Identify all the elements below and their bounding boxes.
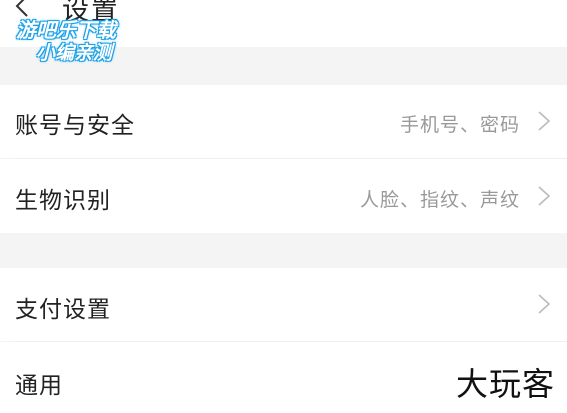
settings-item-account-security[interactable]: 账号与安全 手机号、密码 (0, 85, 567, 158)
watermark-line-2: 小编亲测 (36, 42, 113, 64)
settings-item-value: 手机号、密码 (399, 114, 520, 136)
settings-item-payment[interactable]: 支付设置 (0, 268, 567, 341)
chevron-right-icon (538, 111, 551, 131)
settings-item-label: 生物识别 (15, 188, 111, 214)
settings-item-label: 支付设置 (15, 297, 111, 323)
settings-item-biometrics[interactable]: 生物识别 人脸、指纹、声纹 (0, 159, 567, 233)
settings-item-value: 人脸、指纹、声纹 (359, 189, 520, 211)
watermark-logo: 游吧乐下载 小编亲测 (12, 10, 152, 66)
chevron-right-icon (538, 294, 551, 314)
settings-item-label: 通用 (15, 373, 63, 399)
chevron-right-icon (538, 186, 551, 206)
settings-item-label: 账号与安全 (15, 113, 135, 139)
watermark-text: 大玩客 (455, 365, 555, 403)
